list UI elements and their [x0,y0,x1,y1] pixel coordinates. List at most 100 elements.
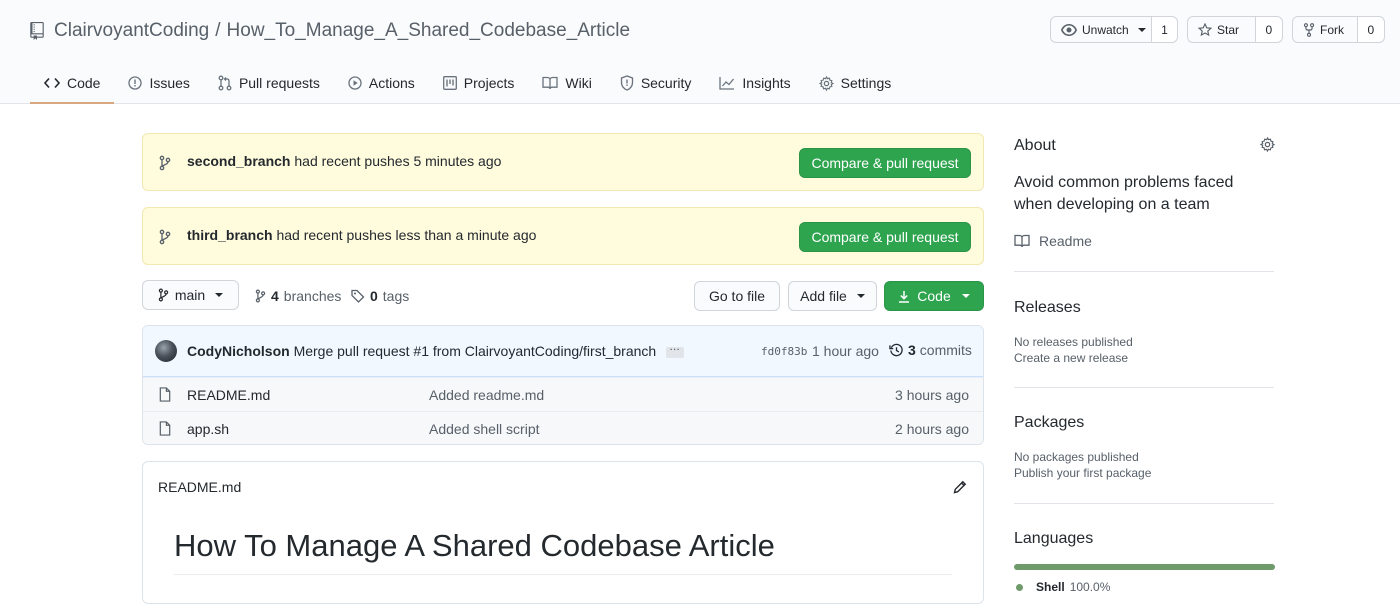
fork-count[interactable]: 0 [1356,17,1384,42]
fork-icon [1303,22,1315,37]
language-item[interactable]: Shell 100.0% [1016,580,1110,594]
language-color-dot [1016,583,1023,591]
latest-commit-row: CodyNicholson Merge pull request #1 from… [143,326,983,377]
compare-pull-request-button[interactable]: Compare & pull request [799,222,971,252]
language-percent: 100.0% [1069,580,1111,594]
file-row[interactable]: README.md Added readme.md 3 hours ago [143,377,983,411]
issue-icon [128,76,143,90]
commit-message-link[interactable]: Merge pull request #1 from ClairvoyantCo… [294,343,657,359]
fork-button-group: Fork 0 [1292,16,1385,43]
code-download-button[interactable]: Code [884,281,984,311]
commits-history-link[interactable]: 3 commits [889,342,972,358]
commit-sha-link[interactable]: fd0f83b [761,345,807,358]
tab-security[interactable]: Security [606,64,706,104]
code-icon [44,77,60,89]
repo-header: ClairvoyantCoding / How_To_Manage_A_Shar… [0,0,1400,104]
add-file-label: Add file [800,288,847,304]
publish-package-link[interactable]: Publish your first package [1014,465,1151,481]
star-count[interactable]: 0 [1254,17,1282,42]
languages-title: Languages [1014,530,1094,547]
tags-count: 0 [370,288,378,304]
file-commit-message-link[interactable]: Added readme.md [429,387,544,403]
create-release-link[interactable]: Create a new release [1014,350,1128,366]
gear-icon [818,75,834,91]
releases-title[interactable]: Releases [1014,299,1081,317]
branch-icon [159,155,171,171]
repo-icon [30,22,44,40]
repo-description: Avoid common problems faced when develop… [1014,174,1234,213]
eye-icon [1061,23,1077,36]
no-packages-text: No packages published [1014,450,1139,464]
fork-button[interactable]: Fork [1293,17,1357,42]
compare-pull-request-button[interactable]: Compare & pull request [799,148,971,178]
file-browser: CodyNicholson Merge pull request #1 from… [142,325,984,445]
book-icon [1014,234,1030,248]
file-name-link[interactable]: README.md [187,387,270,403]
star-label: Star [1217,22,1240,37]
tab-projects-label: Projects [463,75,515,91]
tab-insights[interactable]: Insights [705,64,804,104]
add-file-button[interactable]: Add file [788,281,877,311]
file-name-link[interactable]: app.sh [187,421,229,437]
commit-time: 1 hour ago [812,343,879,359]
pencil-icon[interactable] [953,480,967,494]
unwatch-label: Unwatch [1082,22,1129,37]
chevron-down-icon [961,294,970,298]
gear-icon[interactable] [1260,137,1275,152]
banner-message: had recent pushes less than a minute ago [276,227,537,243]
tab-wiki[interactable]: Wiki [528,64,605,104]
watch-count[interactable]: 1 [1151,17,1177,42]
avatar[interactable] [155,340,177,362]
branches-link[interactable]: 4 branches [255,286,341,306]
file-icon [159,387,171,402]
commits-count: 3 [908,342,916,358]
project-icon [442,76,457,90]
file-age: 2 hours ago [895,421,969,437]
graph-icon [719,76,735,90]
readme-link[interactable]: Readme [1014,233,1092,249]
file-row[interactable]: app.sh Added shell script 2 hours ago [143,411,983,444]
divider [1014,503,1274,504]
chevron-down-icon [856,294,865,298]
star-button-group: Star 0 [1187,16,1283,43]
tab-pull-requests[interactable]: Pull requests [204,64,334,104]
repo-name-link[interactable]: How_To_Manage_A_Shared_Codebase_Article [227,20,631,42]
language-bar [1014,564,1275,570]
banner-message: had recent pushes 5 minutes ago [294,153,502,169]
banner-branch-name[interactable]: third_branch [187,227,273,243]
file-icon [159,421,171,436]
branches-label: branches [283,288,342,304]
tab-actions-label: Actions [368,75,415,91]
tab-code[interactable]: Code [30,64,115,104]
banner-branch-name[interactable]: second_branch [187,153,290,169]
language-bar-fill-shell [1014,564,1275,570]
repo-title: ClairvoyantCoding / How_To_Manage_A_Shar… [30,18,630,44]
packages-title[interactable]: Packages [1014,414,1084,432]
tags-label: tags [382,288,410,304]
branch-select-button[interactable]: main [142,280,239,310]
tab-actions[interactable]: Actions [334,64,429,104]
commit-expand-button[interactable] [666,341,685,358]
unwatch-button[interactable]: Unwatch [1051,17,1151,42]
download-icon [898,290,910,303]
file-commit-message-link[interactable]: Added shell script [429,421,540,437]
go-to-file-button[interactable]: Go to file [694,281,780,311]
commit-author-link[interactable]: CodyNicholson [187,343,290,359]
no-releases-text: No releases published [1014,335,1133,349]
star-button[interactable]: Star [1188,17,1255,42]
tab-settings[interactable]: Settings [805,64,906,104]
repo-owner-link[interactable]: ClairvoyantCoding [54,20,209,42]
tab-insights-label: Insights [742,75,791,91]
tab-issues[interactable]: Issues [114,64,203,104]
tag-icon [351,289,365,303]
tab-projects[interactable]: Projects [429,64,529,104]
divider [1014,387,1274,388]
tab-pull-requests-label: Pull requests [238,75,320,91]
commits-label: commits [919,342,972,358]
tags-link[interactable]: 0 tags [351,286,409,306]
sidebar: About Avoid common problems faced when d… [1014,137,1275,594]
latest-commit-message-line: CodyNicholson Merge pull request #1 from… [187,341,685,359]
fork-label: Fork [1320,22,1344,37]
tab-security-label: Security [640,75,692,91]
chevron-down-icon [1137,27,1146,32]
